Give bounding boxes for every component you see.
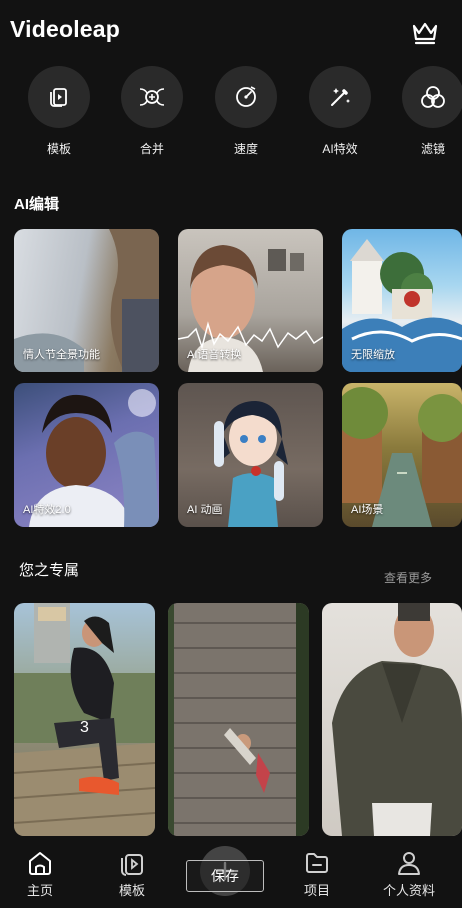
nav-templates[interactable]: 模板: [92, 850, 172, 899]
for-you-video-2[interactable]: [168, 603, 309, 836]
ai-card-effects[interactable]: AI特效2.0: [14, 383, 159, 527]
crown-icon[interactable]: [411, 20, 439, 46]
card-caption: 无限缩放: [351, 349, 395, 361]
template-icon: [28, 66, 90, 128]
nav-projects[interactable]: 项目: [277, 850, 357, 899]
tool-row: 模板 合并 速度 AI特效 滤镜: [0, 66, 462, 158]
for-you-counter: 3: [80, 719, 89, 736]
speed-icon: [215, 66, 277, 128]
card-caption: 情人节全景功能: [23, 349, 100, 361]
dock-thumbnail: [168, 603, 309, 836]
merge-icon: [121, 66, 183, 128]
home-icon: [0, 850, 80, 876]
magic-wand-icon: [309, 66, 371, 128]
nav-home[interactable]: 主页: [0, 850, 80, 899]
nav-label: 主页: [26, 883, 53, 898]
tool-template[interactable]: 模板: [28, 66, 90, 157]
tool-label: 模板: [46, 142, 71, 156]
tool-label: 合并: [139, 142, 164, 156]
ai-card-panorama[interactable]: 情人节全景功能: [14, 229, 159, 372]
tool-merge[interactable]: 合并: [121, 66, 183, 157]
nav-label: 个人资料: [382, 883, 435, 898]
profile-icon: [369, 850, 449, 876]
tool-ai-effects[interactable]: AI特效: [309, 66, 371, 157]
for-you-video-1[interactable]: 3: [14, 603, 155, 836]
app-header: Videoleap: [0, 0, 462, 62]
ai-card-animation[interactable]: AI 动画: [178, 383, 323, 527]
nav-label: 模板: [118, 883, 145, 898]
bottom-navigation: 主页 模板 保存 项目 个人资料: [0, 836, 462, 908]
card-caption: AI场景: [351, 504, 384, 516]
tool-label: 速度: [233, 142, 258, 156]
for-you-title: 您之专属: [19, 562, 80, 579]
filter-icon: [402, 66, 462, 128]
nav-profile[interactable]: 个人资料: [369, 850, 449, 899]
jacket-thumbnail: [332, 603, 462, 836]
ai-card-scene[interactable]: AI场景: [342, 383, 462, 527]
ai-section-title: AI编辑: [14, 196, 60, 213]
app-title: Videoleap: [10, 16, 121, 42]
tool-filter[interactable]: 滤镜: [402, 66, 462, 157]
ai-card-zoom[interactable]: 无限缩放: [342, 229, 462, 372]
template-icon: [92, 850, 172, 876]
card-caption: AI语音转换: [187, 349, 242, 361]
ai-card-voice[interactable]: AI语音转换: [178, 229, 323, 372]
for-you-video-3[interactable]: [322, 603, 462, 836]
save-button[interactable]: 保存: [186, 860, 264, 892]
tool-speed[interactable]: 速度: [215, 66, 277, 157]
tool-label: 滤镜: [420, 142, 445, 156]
nav-label: 项目: [303, 883, 330, 898]
see-more-link[interactable]: 查看更多: [384, 569, 432, 586]
folder-icon: [277, 850, 357, 876]
tool-label: AI特效: [322, 142, 358, 156]
card-caption: AI 动画: [187, 504, 223, 516]
card-caption: AI特效2.0: [23, 504, 71, 516]
